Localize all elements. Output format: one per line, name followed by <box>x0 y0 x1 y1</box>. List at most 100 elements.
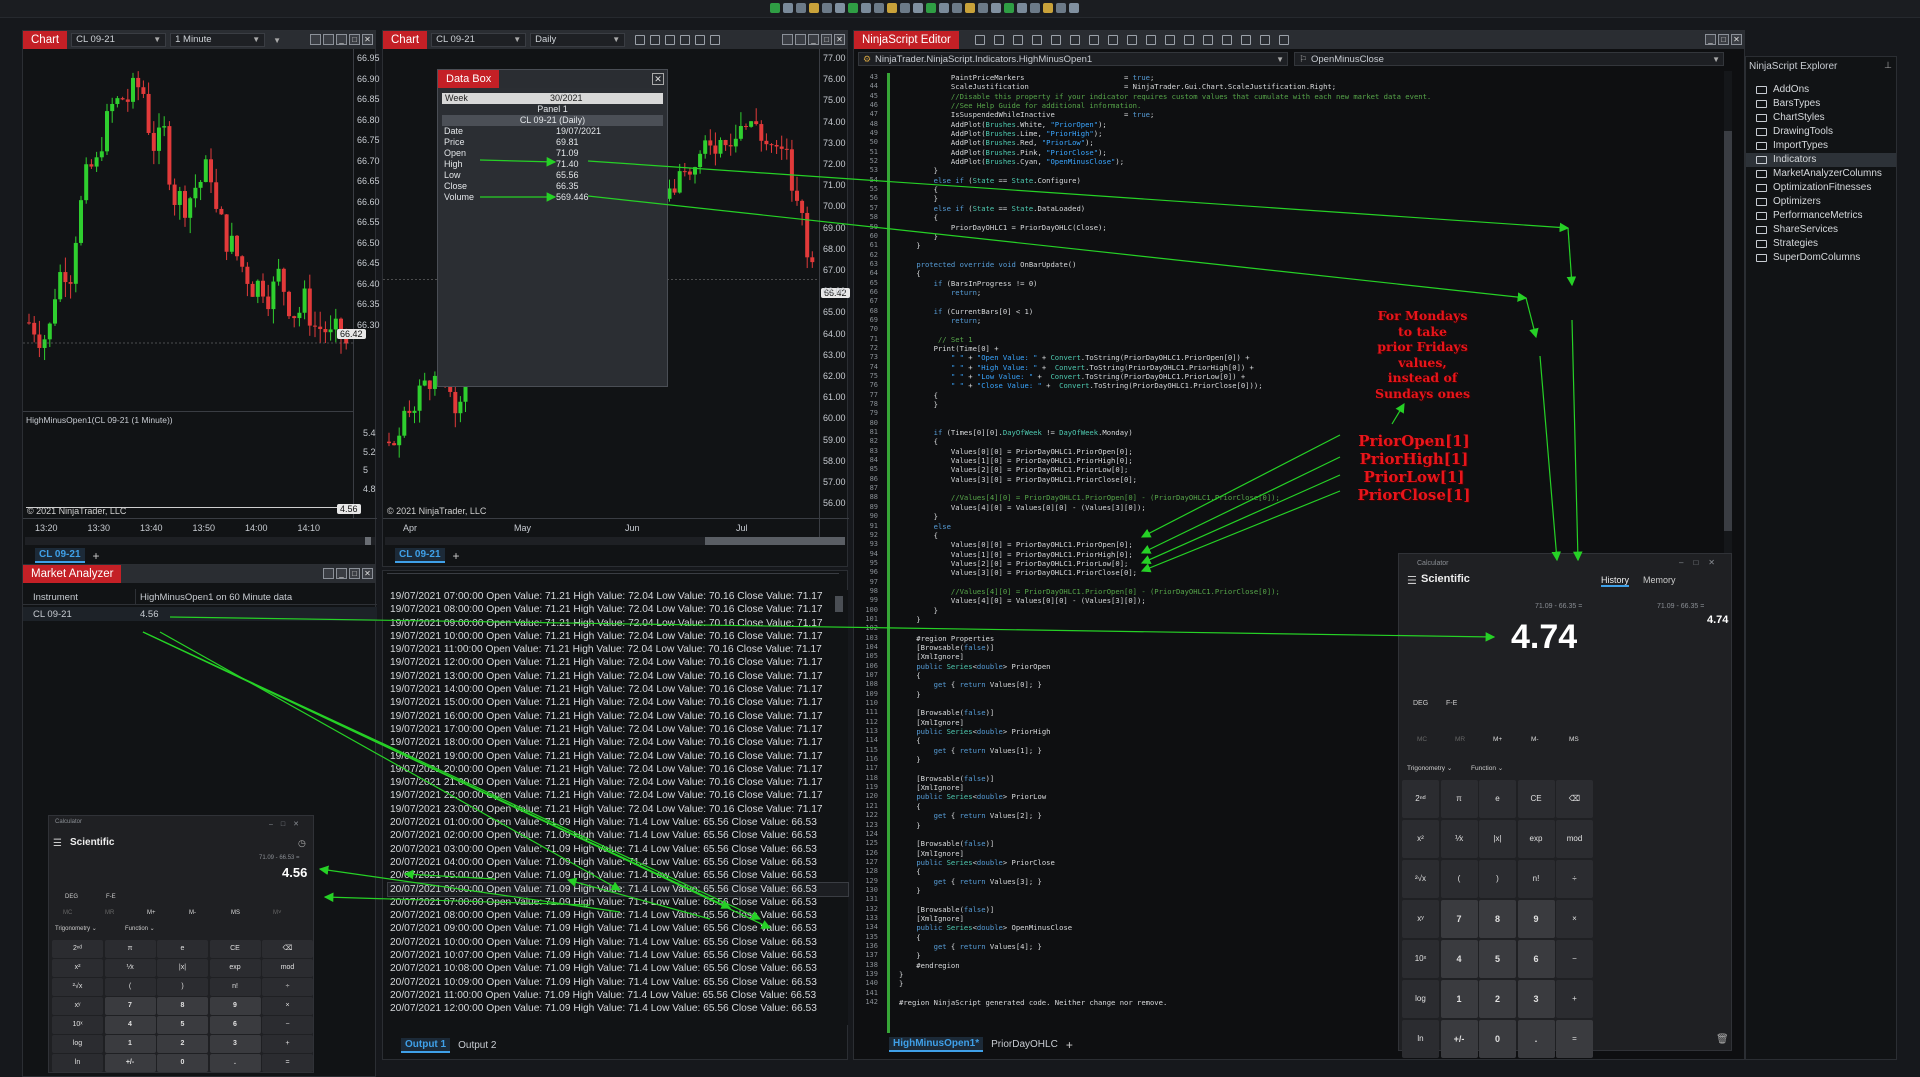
calc-small-key[interactable]: = <box>262 1054 313 1072</box>
redo-icon[interactable] <box>1145 35 1156 45</box>
explorer-item[interactable]: OptimizationFitnesses <box>1746 181 1896 195</box>
print-icon[interactable] <box>1031 35 1042 45</box>
calc-trig-dropdown[interactable]: Trigonometry ⌄ <box>1407 764 1452 772</box>
calc-fe-button[interactable]: F-E <box>1446 700 1457 707</box>
calc-small-memory-button[interactable]: M+ <box>147 910 156 916</box>
add-tab-icon[interactable]: + <box>453 549 460 563</box>
calc-small-key[interactable]: ²√x <box>52 978 103 996</box>
calc-key[interactable]: 3 <box>1517 980 1555 1018</box>
output-tab-1[interactable]: Output 1 <box>401 1038 451 1053</box>
toolbar-icon[interactable] <box>796 3 806 13</box>
layout-icon[interactable] <box>323 568 334 579</box>
output-tab-2[interactable]: Output 2 <box>458 1040 496 1051</box>
new-icon[interactable] <box>993 35 1004 45</box>
calc-key[interactable]: x² <box>1402 820 1439 858</box>
editor-member-select[interactable]: ⚐ OpenMinusClose ▼ <box>1294 52 1724 66</box>
toolbar-icon[interactable] <box>1017 3 1027 13</box>
calc-key[interactable]: n! <box>1517 860 1555 898</box>
explorer-item[interactable]: Optimizers <box>1746 195 1896 209</box>
calc-history-tab[interactable]: History <box>1601 575 1630 587</box>
template-icon[interactable] <box>710 35 721 45</box>
explorer-item[interactable]: SuperDomColumns <box>1746 251 1896 265</box>
output-text[interactable]: 19/07/2021 07:00:00 Open Value: 71.21 Hi… <box>387 590 849 1025</box>
market-analyzer-window-buttons[interactable]: _ □ ✕ <box>323 568 373 579</box>
compile-icon[interactable] <box>1012 35 1023 45</box>
calc-key[interactable]: 10ˣ <box>1402 940 1439 978</box>
chevron-down-icon[interactable]: ▼ <box>273 36 281 45</box>
calc-small-key[interactable]: 2 <box>157 1035 208 1053</box>
calc-small-key[interactable]: − <box>262 1016 313 1034</box>
calc-small-memory-button[interactable]: MC <box>63 910 72 916</box>
chart1-bottom-tabs[interactable]: CL 09-21 + <box>35 548 100 563</box>
chart1-scrollbar[interactable] <box>25 537 375 545</box>
calc-small-key[interactable]: ⅟x <box>104 959 156 977</box>
calc-key[interactable]: log <box>1402 980 1439 1018</box>
calc-key[interactable]: ln <box>1402 1020 1439 1058</box>
chart2-instrument-select[interactable]: CL 09-21 ▼ <box>431 33 527 47</box>
calc-small-trig-dropdown[interactable]: Trigonometry ⌄ <box>55 925 97 932</box>
explorer-item[interactable]: ImportTypes <box>1746 139 1896 153</box>
editor-file-tab-1[interactable]: HighMinusOpen1* <box>889 1037 984 1052</box>
minimize-icon[interactable]: _ <box>1705 34 1716 45</box>
calc-small-key[interactable]: 3 <box>209 1035 261 1053</box>
menu-icon[interactable]: ☰ <box>1407 574 1417 587</box>
calc-small-key[interactable]: ( <box>104 978 156 996</box>
explorer-item[interactable]: MarketAnalyzerColumns <box>1746 167 1896 181</box>
calc-key[interactable]: 2 <box>1479 980 1516 1018</box>
calc-key[interactable]: = <box>1556 1020 1593 1058</box>
toolbar-icon[interactable] <box>874 3 884 13</box>
maximize-icon[interactable]: □ <box>1718 34 1729 45</box>
calc-key[interactable]: e <box>1479 780 1516 818</box>
chart2-window-buttons[interactable]: _ □ ✕ <box>782 34 845 45</box>
calc-key[interactable]: ²√x <box>1402 860 1439 898</box>
calc-small-key[interactable]: 5 <box>157 1016 208 1034</box>
calc-key[interactable]: 4 <box>1440 940 1478 978</box>
calc-small-memory-button[interactable]: M- <box>189 910 196 916</box>
market-analyzer-row[interactable]: CL 09-21 4.56 <box>23 607 377 621</box>
layout-icon[interactable] <box>782 34 793 45</box>
toolbar-icon[interactable] <box>952 3 962 13</box>
maximize-icon[interactable]: □ <box>349 34 360 45</box>
calc-small-fe[interactable]: F-E <box>106 894 116 900</box>
maximize-icon[interactable]: □ <box>821 34 832 45</box>
editor-toolbar-icons[interactable] <box>974 35 1289 45</box>
add-tab-icon[interactable]: + <box>1066 1038 1073 1052</box>
chart1-tab[interactable]: Chart <box>23 31 68 49</box>
calc-key[interactable]: − <box>1556 940 1593 978</box>
calc-small-key[interactable]: 7 <box>104 997 156 1015</box>
calc-key[interactable]: ) <box>1479 860 1516 898</box>
calc-key[interactable]: ⅟x <box>1440 820 1478 858</box>
calc-small-key[interactable]: 4 <box>104 1016 156 1034</box>
calc-small-key[interactable]: 6 <box>209 1016 261 1034</box>
calc-small-key[interactable]: xʸ <box>52 997 103 1015</box>
bookmark-icon[interactable] <box>1183 35 1194 45</box>
calc-small-key[interactable]: 8 <box>157 997 208 1015</box>
calc-memory-button[interactable]: M- <box>1531 736 1539 743</box>
output-tabs[interactable]: Output 1 Output 2 <box>401 1038 496 1053</box>
toolbar-icon[interactable] <box>1030 3 1040 13</box>
paste-icon[interactable] <box>1088 35 1099 45</box>
calc-key[interactable]: 6 <box>1517 940 1555 978</box>
save-icon[interactable] <box>974 35 985 45</box>
toolbar-icon[interactable] <box>835 3 845 13</box>
minimize-icon[interactable]: _ <box>808 34 819 45</box>
comment-icon[interactable] <box>1202 35 1213 45</box>
editor-code[interactable]: PaintPriceMarkers = true; ScaleJustifica… <box>899 73 1431 1007</box>
minimize-icon[interactable]: _ <box>336 568 347 579</box>
calc-small-window-buttons[interactable]: –□✕ <box>269 820 307 828</box>
market-analyzer-col-indicator[interactable]: HighMinusOpen1 on 60 Minute data <box>140 592 292 603</box>
calc-deg-button[interactable]: DEG <box>1413 700 1428 707</box>
calc-memory-tab[interactable]: Memory <box>1643 575 1676 585</box>
pencil-icon[interactable] <box>650 35 661 45</box>
trash-icon[interactable]: 🗑 <box>1716 1034 1729 1045</box>
calc-key[interactable]: π <box>1440 780 1478 818</box>
calc-key[interactable]: 2ⁿᵈ <box>1402 780 1439 818</box>
calc-small-key[interactable]: |x| <box>157 959 208 977</box>
close-icon[interactable]: ✕ <box>362 34 373 45</box>
toolbar-icon[interactable] <box>939 3 949 13</box>
outdent-icon[interactable] <box>1259 35 1270 45</box>
calc-small-key[interactable]: n! <box>209 978 261 996</box>
calc-small-key[interactable]: e <box>157 940 208 958</box>
calc-key[interactable]: 5 <box>1479 940 1516 978</box>
bar-type-icon[interactable] <box>635 35 646 45</box>
